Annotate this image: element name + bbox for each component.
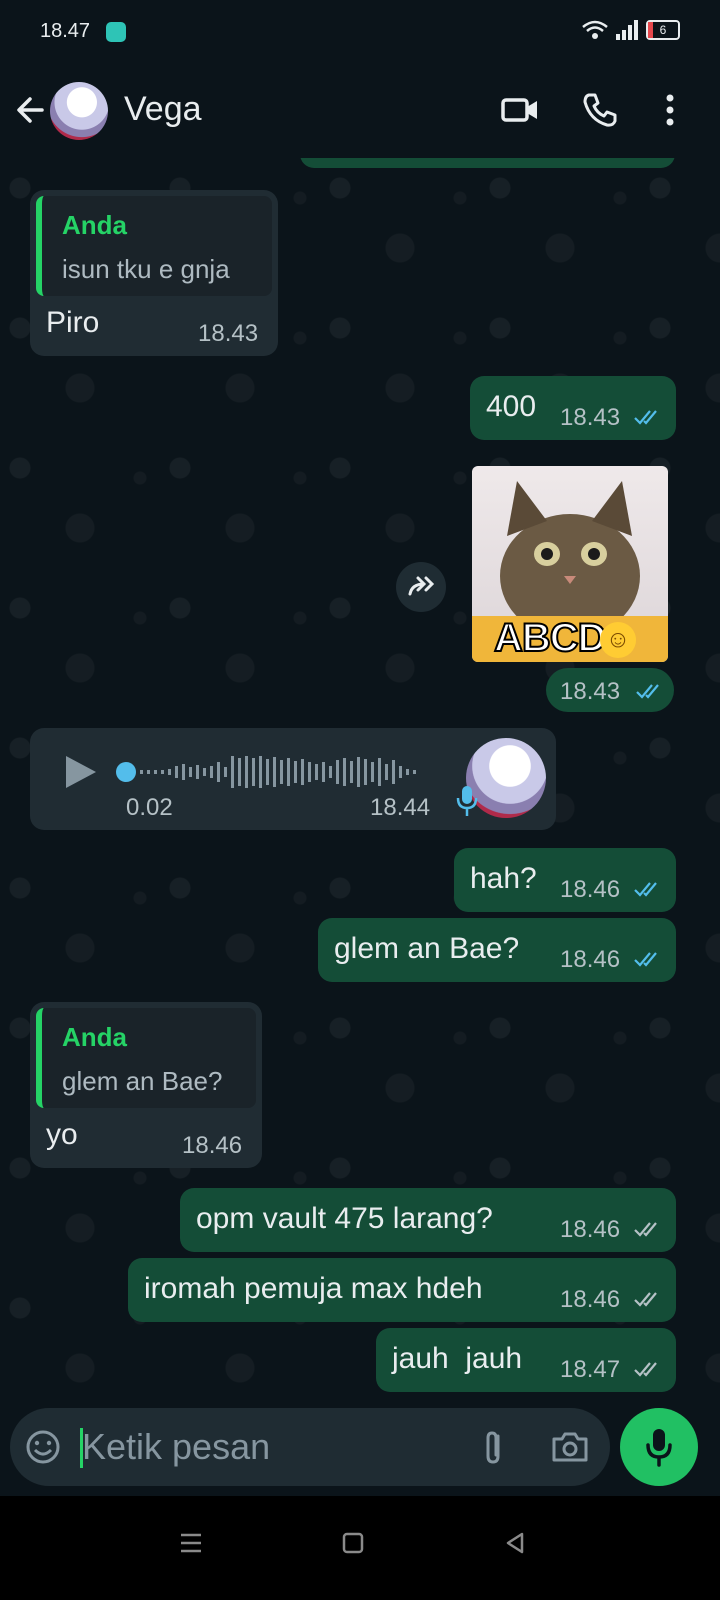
read-receipt-icon xyxy=(634,952,657,967)
quoted-text: glem an Bae? xyxy=(62,1066,223,1096)
message-incoming[interactable]: Anda isun tku e gnja Piro 18.43 xyxy=(30,190,278,356)
message-time: 18.44 xyxy=(370,794,431,821)
recent-apps-icon[interactable] xyxy=(178,1530,204,1556)
notification-app-icon xyxy=(106,22,126,42)
chat-header: Vega xyxy=(0,64,720,158)
quoted-sender: Anda xyxy=(62,210,127,240)
status-bar: 18.47 6 xyxy=(0,0,720,64)
attach-icon[interactable] xyxy=(476,1428,512,1466)
wifi-icon xyxy=(582,20,608,39)
forward-button[interactable] xyxy=(396,562,446,612)
system-navigation-bar xyxy=(0,1496,720,1600)
battery-icon: 6 xyxy=(646,20,680,40)
signal-icon xyxy=(616,20,638,40)
more-options-icon[interactable] xyxy=(650,90,690,130)
message-time: 18.43 xyxy=(198,320,259,347)
message-time: 18.46 xyxy=(560,1216,621,1243)
sticker-timestamp: 18.43 xyxy=(546,668,674,712)
sticker-image[interactable]: ABCD ☺ xyxy=(472,466,668,662)
home-icon[interactable] xyxy=(340,1530,366,1556)
back-arrow-icon[interactable] xyxy=(12,90,52,130)
forward-icon xyxy=(408,576,435,596)
message-incoming[interactable]: Anda glem an Bae? yo 18.46 xyxy=(30,1002,262,1168)
message-outgoing[interactable]: iromah pemuja max hdeh 18.46 xyxy=(128,1258,676,1322)
contact-avatar[interactable] xyxy=(50,82,108,140)
playhead-dot[interactable] xyxy=(116,762,136,782)
emoji-icon[interactable] xyxy=(24,1428,62,1466)
status-icons: 6 xyxy=(582,20,680,40)
battery-level: 6 xyxy=(659,23,667,37)
delivered-receipt-icon xyxy=(634,1222,657,1237)
message-text: glem an Bae? xyxy=(334,932,520,965)
back-nav-icon[interactable] xyxy=(502,1530,528,1556)
message-text: iromah pemuja max hdeh xyxy=(144,1272,483,1305)
message-text: jauh jauh xyxy=(392,1342,523,1375)
message-bubble-partial xyxy=(300,158,675,168)
message-time: 18.46 xyxy=(560,1286,621,1313)
message-text: hah? xyxy=(470,862,537,895)
message-composer: Ketik pesan xyxy=(10,1408,610,1486)
read-receipt-icon xyxy=(636,684,659,699)
mic-icon xyxy=(456,786,478,816)
quoted-message[interactable]: Anda glem an Bae? xyxy=(36,1008,256,1108)
play-icon[interactable] xyxy=(60,752,100,792)
message-text: Piro xyxy=(46,306,100,339)
voice-call-icon[interactable] xyxy=(580,90,620,130)
status-time: 18.47 xyxy=(40,20,91,42)
message-input[interactable]: Ketik pesan xyxy=(82,1426,270,1468)
message-outgoing[interactable]: jauh jauh 18.47 xyxy=(376,1328,676,1392)
message-text: opm vault 475 larang? xyxy=(196,1202,493,1235)
laughing-emoji-icon: ☺ xyxy=(600,622,636,658)
message-outgoing[interactable]: glem an Bae? 18.46 xyxy=(318,918,676,982)
sticker-caption: ABCD xyxy=(493,615,608,661)
message-time: 18.46 xyxy=(182,1132,243,1159)
voice-message[interactable]: 0.02 18.44 xyxy=(30,728,556,830)
quoted-sender: Anda xyxy=(62,1022,127,1052)
chat-area[interactable]: Anda isun tku e gnja Piro 18.43 400 18.4… xyxy=(0,158,720,1420)
message-time: 18.43 xyxy=(560,404,621,431)
message-time: 18.46 xyxy=(560,876,621,903)
message-time: 18.46 xyxy=(560,946,621,973)
contact-name[interactable]: Vega xyxy=(124,90,202,129)
quoted-message[interactable]: Anda isun tku e gnja xyxy=(36,196,272,296)
quoted-text: isun tku e gnja xyxy=(62,254,230,284)
voice-record-button[interactable] xyxy=(620,1408,698,1486)
voice-waveform[interactable] xyxy=(116,756,436,788)
voice-duration: 0.02 xyxy=(126,794,173,821)
sender-avatar xyxy=(466,738,546,818)
delivered-receipt-icon xyxy=(634,1292,657,1307)
message-time: 18.43 xyxy=(560,678,621,705)
message-outgoing[interactable]: 400 18.43 xyxy=(470,376,676,440)
message-time: 18.47 xyxy=(560,1356,621,1383)
message-text: 400 xyxy=(486,390,537,423)
video-call-icon[interactable] xyxy=(500,90,540,130)
read-receipt-icon xyxy=(634,882,657,897)
message-text: yo xyxy=(46,1118,78,1151)
message-outgoing[interactable]: hah? 18.46 xyxy=(454,848,676,912)
read-receipt-icon xyxy=(634,410,657,425)
delivered-receipt-icon xyxy=(634,1362,657,1377)
message-outgoing[interactable]: opm vault 475 larang? 18.46 xyxy=(180,1188,676,1252)
mic-icon xyxy=(646,1429,672,1467)
camera-icon[interactable] xyxy=(550,1428,590,1466)
